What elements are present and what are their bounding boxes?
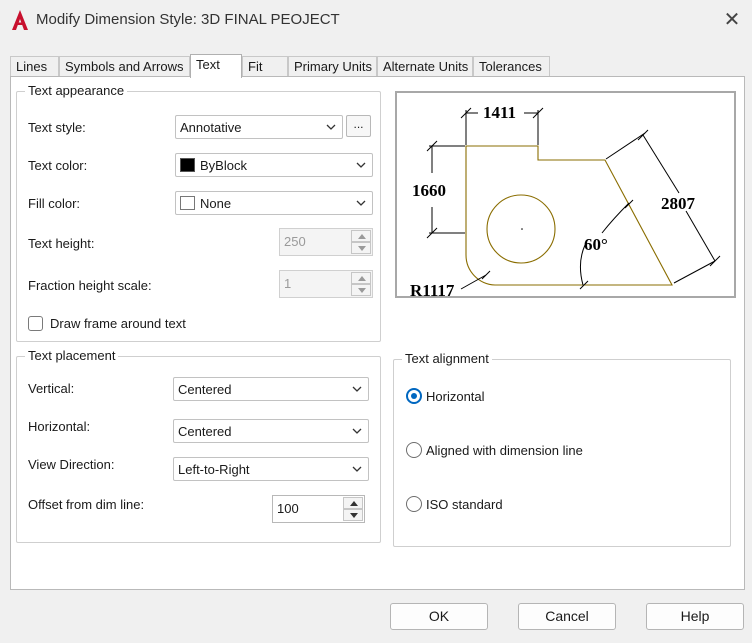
radio-horizontal-label: Horizontal [426,389,485,404]
text-style-value: Annotative [180,120,242,135]
draw-frame-label: Draw frame around text [50,316,186,331]
fill-color-value: None [200,196,232,211]
spin-up-button[interactable] [351,272,371,284]
close-icon[interactable]: ✕ [718,6,746,34]
arrow-down-icon [350,513,358,518]
spin-down-button[interactable] [351,242,371,254]
text-tab-panel: Text appearance Text style: Annotative .… [10,76,745,590]
chevron-down-icon [356,200,366,206]
preview-dim-top: 1411 [483,103,516,122]
draw-frame-checkbox[interactable] [28,316,43,331]
dimension-preview: 1411 1660 2807 60° R1117 [395,91,736,298]
preview-drawing: 1411 1660 2807 60° R1117 [410,103,721,296]
title-bar: Modify Dimension Style: 3D FINAL PEOJECT… [0,0,752,40]
text-style-label: Text style: [28,120,86,135]
chevron-down-icon [326,124,336,130]
text-placement-group: Text placement Vertical: Centered Horizo… [16,348,381,543]
chevron-down-icon [352,386,362,392]
text-style-browse-button[interactable]: ... [346,115,371,137]
text-appearance-title: Text appearance [25,83,128,99]
fill-color-swatch [180,196,195,210]
spin-up-button[interactable] [351,230,371,242]
radio-aligned-label: Aligned with dimension line [426,443,583,458]
text-appearance-group: Text appearance Text style: Annotative .… [16,83,381,342]
view-direction-dropdown[interactable]: Left-to-Right [173,457,369,481]
horizontal-label: Horizontal: [28,419,91,434]
vertical-value: Centered [178,382,232,397]
text-alignment-group: Text alignment Horizontal Aligned with d… [393,351,731,547]
fill-color-dropdown[interactable]: None [175,191,373,215]
window-title: Modify Dimension Style: 3D FINAL PEOJECT [36,11,340,28]
tab-lines[interactable]: Lines [10,56,59,77]
text-height-spinner[interactable]: 250 [279,228,373,256]
spin-down-button[interactable] [343,509,363,521]
preview-dim-radius: R1117 [410,281,455,296]
chevron-down-icon [352,466,362,472]
text-color-label: Text color: [28,158,88,173]
offset-spinner[interactable]: 100 [272,495,365,523]
chevron-down-icon [352,428,362,434]
preview-dim-angle: 60° [584,235,608,254]
spin-up-button[interactable] [343,497,363,509]
vertical-label: Vertical: [28,381,75,396]
text-height-value: 250 [284,234,306,249]
tab-symbols-and-arrows[interactable]: Symbols and Arrows [59,56,190,77]
text-color-dropdown[interactable]: ByBlock [175,153,373,177]
horizontal-dropdown[interactable]: Centered [173,419,369,443]
radio-iso-standard[interactable] [406,496,422,512]
help-button[interactable]: Help [646,603,744,630]
text-height-label: Text height: [28,236,95,251]
arrow-down-icon [358,246,366,251]
radio-iso-label: ISO standard [426,497,503,512]
tab-strip: Lines Symbols and Arrows Text Fit Primar… [10,54,745,78]
tab-fit[interactable]: Fit [242,56,288,77]
preview-dim-left: 1660 [412,181,446,200]
tab-primary-units[interactable]: Primary Units [288,56,377,77]
tab-tolerances[interactable]: Tolerances [473,56,550,77]
text-alignment-title: Text alignment [402,351,492,367]
preview-dim-right: 2807 [661,194,696,213]
radio-horizontal[interactable] [406,388,422,404]
arrow-up-icon [358,276,366,281]
arrow-down-icon [358,288,366,293]
view-direction-value: Left-to-Right [178,462,250,477]
ok-button[interactable]: OK [390,603,488,630]
text-color-swatch [180,158,195,172]
text-color-value: ByBlock [200,158,247,173]
tab-text[interactable]: Text [190,54,242,78]
cancel-button[interactable]: Cancel [518,603,616,630]
fraction-height-value: 1 [284,276,292,291]
radio-aligned-with-dimension-line[interactable] [406,442,422,458]
spin-down-button[interactable] [351,284,371,296]
view-direction-label: View Direction: [28,457,115,472]
offset-value: 100 [277,501,299,516]
arrow-up-icon [350,501,358,506]
text-placement-title: Text placement [25,348,119,364]
fraction-height-spinner[interactable]: 1 [279,270,373,298]
vertical-dropdown[interactable]: Centered [173,377,369,401]
tab-alternate-units[interactable]: Alternate Units [377,56,473,77]
arrow-up-icon [358,234,366,239]
autocad-logo-icon [12,10,28,30]
chevron-down-icon [356,162,366,168]
fraction-height-label: Fraction height scale: [28,278,152,293]
text-style-dropdown[interactable]: Annotative [175,115,343,139]
horizontal-value: Centered [178,424,232,439]
fill-color-label: Fill color: [28,196,81,211]
offset-label: Offset from dim line: [28,497,145,512]
